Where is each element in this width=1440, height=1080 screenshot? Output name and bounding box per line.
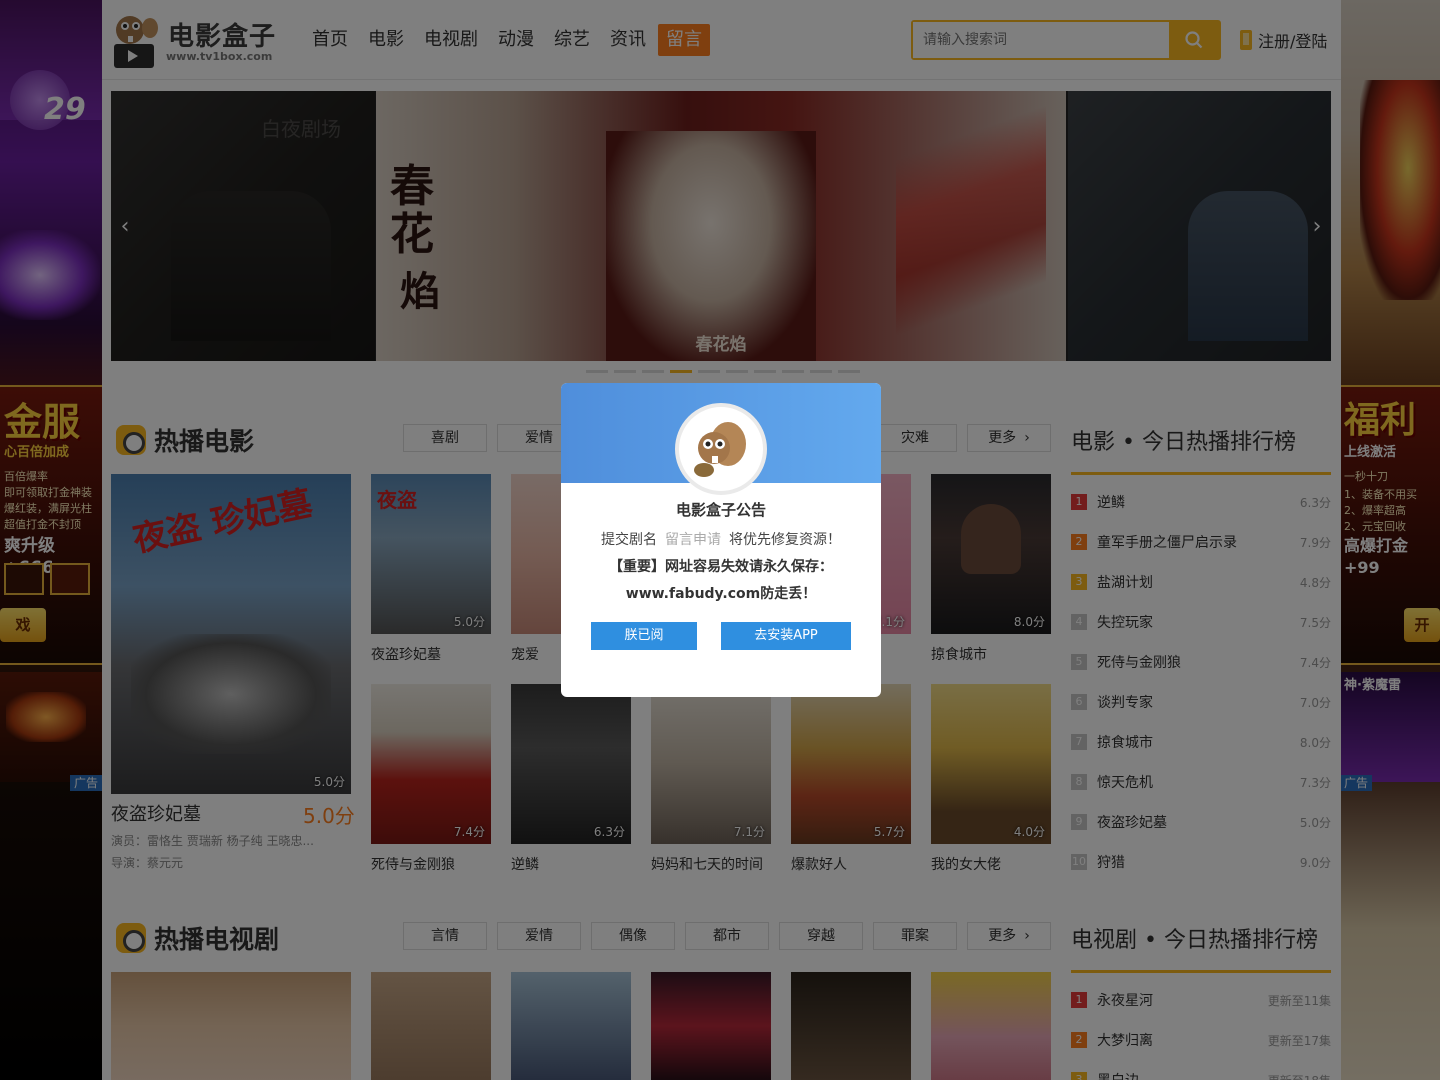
- modal-line-2: 【重要】网址容易失效请永久保存：: [609, 559, 833, 575]
- squirrel-avatar-icon: [694, 422, 746, 477]
- modal-line-1: 提交剧名 留言申请 将优先修复资源！: [561, 529, 881, 549]
- modal-line-3: www.fabudy.com防走丢！: [625, 586, 817, 602]
- modal-avatar: [675, 403, 767, 495]
- install-app-button[interactable]: 去安装APP: [721, 622, 851, 650]
- acknowledge-button[interactable]: 朕已阅: [591, 622, 697, 650]
- modal-title: 电影盒子公告: [675, 501, 766, 519]
- modal-text: 将优先修复资源！: [729, 532, 841, 548]
- modal-text: 提交剧名: [601, 532, 657, 548]
- modal-text-muted: 留言申请: [665, 532, 721, 548]
- announcement-modal: 电影盒子公告 提交剧名 留言申请 将优先修复资源！ 【重要】网址容易失效请永久保存：…: [561, 383, 881, 697]
